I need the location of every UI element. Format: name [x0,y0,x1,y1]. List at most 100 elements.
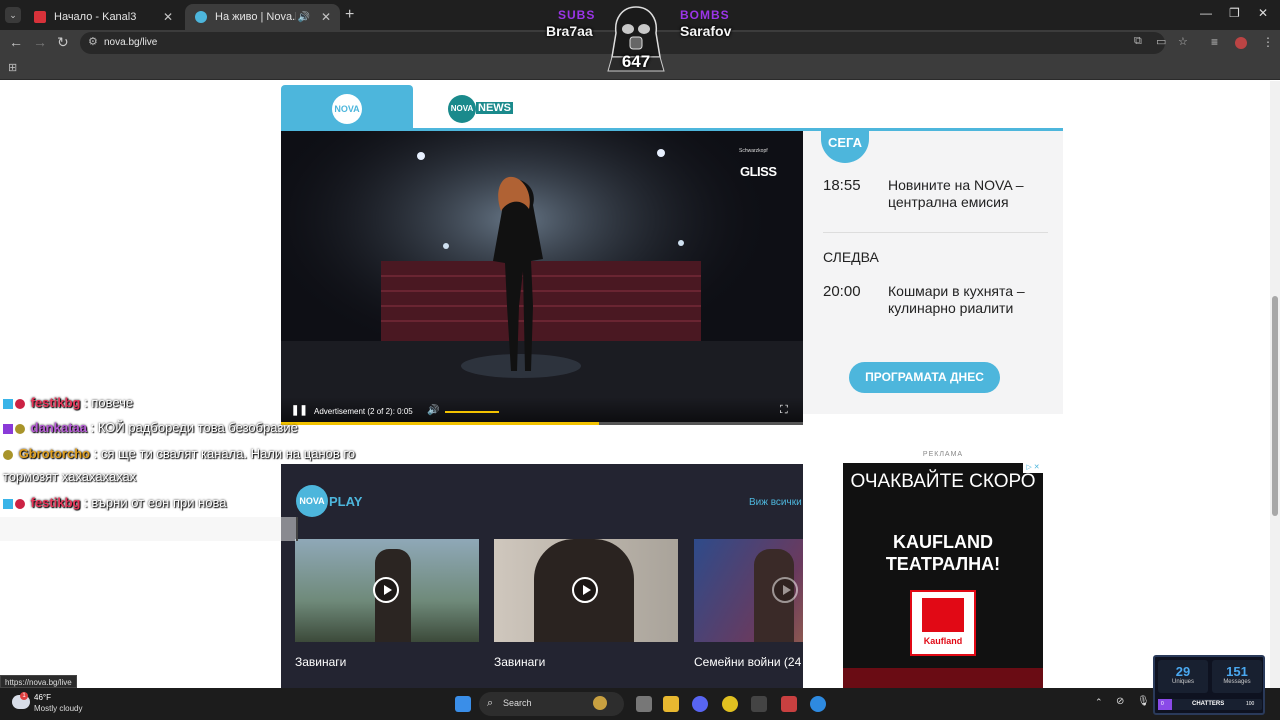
fullscreen-icon[interactable]: ⛶ [780,404,788,417]
windows-start-icon[interactable] [455,696,471,712]
show-card[interactable] [694,539,803,642]
network-icon[interactable]: ⊘ [1116,696,1124,707]
profile-avatar[interactable] [1235,37,1247,49]
volume-icon[interactable]: 🔊 [427,405,439,416]
windows-taskbar: 1 46°F Mostly cloudy ⌕ Search ⌃ ⊘ 🎙 [0,688,1280,720]
video-frame [281,131,803,425]
close-icon[interactable]: ✕ [160,10,176,24]
sub-badge-icon [15,423,25,434]
bomb-counter: 647 [621,52,651,71]
news-wordmark: NEWS [476,102,513,114]
chat-username[interactable]: Gbrotorcho [19,446,91,461]
sub-badge-icon [3,449,13,460]
chat-text: : КОЙ радбореди това безобразие [90,420,298,435]
show-title: Завинаги [295,655,347,669]
show-card[interactable] [494,539,678,642]
close-icon[interactable]: ✕ [318,10,334,24]
now-title: Новините на NOVA – централна емисия [888,177,1024,210]
now-badge: СЕГА [821,129,869,163]
ad-progress-bar [281,422,803,425]
page-scrollbar[interactable] [1270,81,1280,688]
messages-count: 151 [1226,664,1248,679]
site-info-icon[interactable]: ⚙ [88,35,98,48]
chrome-active-icon[interactable] [810,696,826,712]
next-time: 20:00 [823,283,861,300]
translate-icon[interactable]: ⧉ [1134,35,1142,48]
show-title: Завинаги [494,655,546,669]
back-icon[interactable]: ← [9,34,23,50]
chat-text: : върни от еон при нова [84,495,227,510]
tab-nova-news[interactable]: NOVA NEWS [446,93,514,125]
chatters-min: 0 [1161,701,1164,707]
tab-kanal3[interactable]: Начало - Kanal3 ✕ [24,4,182,30]
taskbar-search[interactable]: ⌕ Search [479,692,624,716]
player-controls: ❚❚ Advertisement (2 of 2): 0:05 🔊 ⛶ [281,397,803,425]
kaufland-ad[interactable]: ОЧАКВАЙТЕ СКОРО KAUFLAND ТЕАТРАЛНА! Kauf… [843,463,1043,688]
volume-slider[interactable] [445,411,499,413]
sub-badge-icon [15,398,25,409]
show-card[interactable] [295,539,479,642]
chrome-icon[interactable] [722,696,738,712]
terminal-icon[interactable] [751,696,767,712]
ad-countdown: Advertisement (2 of 2): 0:05 [314,407,413,416]
file-explorer-icon[interactable] [663,696,679,712]
chat-message: festikbg : върни от еон при нова [3,492,227,514]
reload-icon[interactable]: ↻ [57,34,69,51]
discord-icon[interactable] [692,696,708,712]
bookmark-star-icon[interactable]: ☆ [1178,35,1188,48]
apps-grid-icon[interactable]: ⊞ [8,61,17,74]
show-title: Семейни войни (24 [694,655,802,669]
speaker-icon[interactable]: 🔊 [296,12,312,23]
video-player[interactable]: Schwarzkopf GLISS ❚❚ Advertisement (2 of… [281,131,803,425]
uniques-box: 29 Uniques [1158,660,1208,693]
chat-message: Gbrotorcho : ся ще ти свалят канала. Нал… [3,443,355,465]
uniques-label: Uniques [1171,679,1194,685]
chat-username[interactable]: festikbg [31,395,81,410]
ad-label: РЕКЛАМА [922,451,964,458]
schedule-today-button[interactable]: ПРОГРАМАТА ДНЕС [849,362,1000,393]
sponsor-brand: GLISS [740,164,777,179]
mic-icon[interactable]: 🎙 [1137,696,1150,707]
chatters-label: CHATTERS [1192,701,1225,707]
nova-play-section: NOVA PLAY Виж всички Завинаги Завинаги С… [281,464,803,688]
chat-username[interactable]: festikbg [31,495,81,510]
divider [823,232,1048,233]
restore-icon[interactable]: ❐ [1229,6,1240,20]
adchoices-icon[interactable]: ▷ ✕ [1023,463,1043,473]
subs-label: SUBS [558,8,596,22]
tab-search-button[interactable]: ⌄ [5,7,21,23]
pause-icon[interactable]: ❚❚ [291,405,308,416]
weather-alert-badge: 1 [20,692,28,700]
messages-label: Messages [1223,679,1251,685]
see-all-link[interactable]: Виж всички [749,497,802,508]
tab-nova[interactable]: NOVA [281,85,413,131]
tab-nova-live[interactable]: На живо | Nova.bg 🔊 ✕ [185,4,340,30]
next-label: СЛЕДВА [823,249,879,265]
schedule-panel: СЕГА 18:55 Новините на NOVA – централна … [803,129,1063,414]
ad-seats [843,668,1043,688]
uniques-count: 29 [1175,664,1191,679]
tray-chevron-icon[interactable]: ⌃ [1095,697,1103,708]
task-view-icon[interactable] [636,696,652,712]
app-icon[interactable] [781,696,797,712]
search-placeholder: Search [503,698,532,708]
minimize-icon[interactable]: — [1200,6,1212,20]
chat-username[interactable]: dankataa [31,420,87,435]
search-highlight-icon [593,696,607,710]
cast-icon[interactable]: ▭ [1156,35,1166,48]
new-tab-button[interactable]: + [345,6,354,24]
scrollbar-thumb[interactable] [1272,296,1278,516]
play-icon[interactable] [373,577,399,603]
play-icon[interactable] [572,577,598,603]
play-icon[interactable] [772,577,798,603]
nova-logo-icon: NOVA [332,94,362,124]
channel-tabs: NOVA NOVA NEWS [281,85,1063,132]
reading-list-icon[interactable]: ≡ [1211,35,1218,49]
weather-condition: Mostly cloudy [34,704,83,713]
nova-favicon-icon [195,11,207,23]
menu-icon[interactable]: ⋮ [1262,35,1274,49]
chat-stats-widget: 29 Uniques 151 Messages 0 CHATTERS 100 [1153,655,1265,715]
forward-icon[interactable]: → [33,34,47,50]
close-window-icon[interactable]: ✕ [1258,6,1268,20]
temperature: 46°F [34,693,51,702]
